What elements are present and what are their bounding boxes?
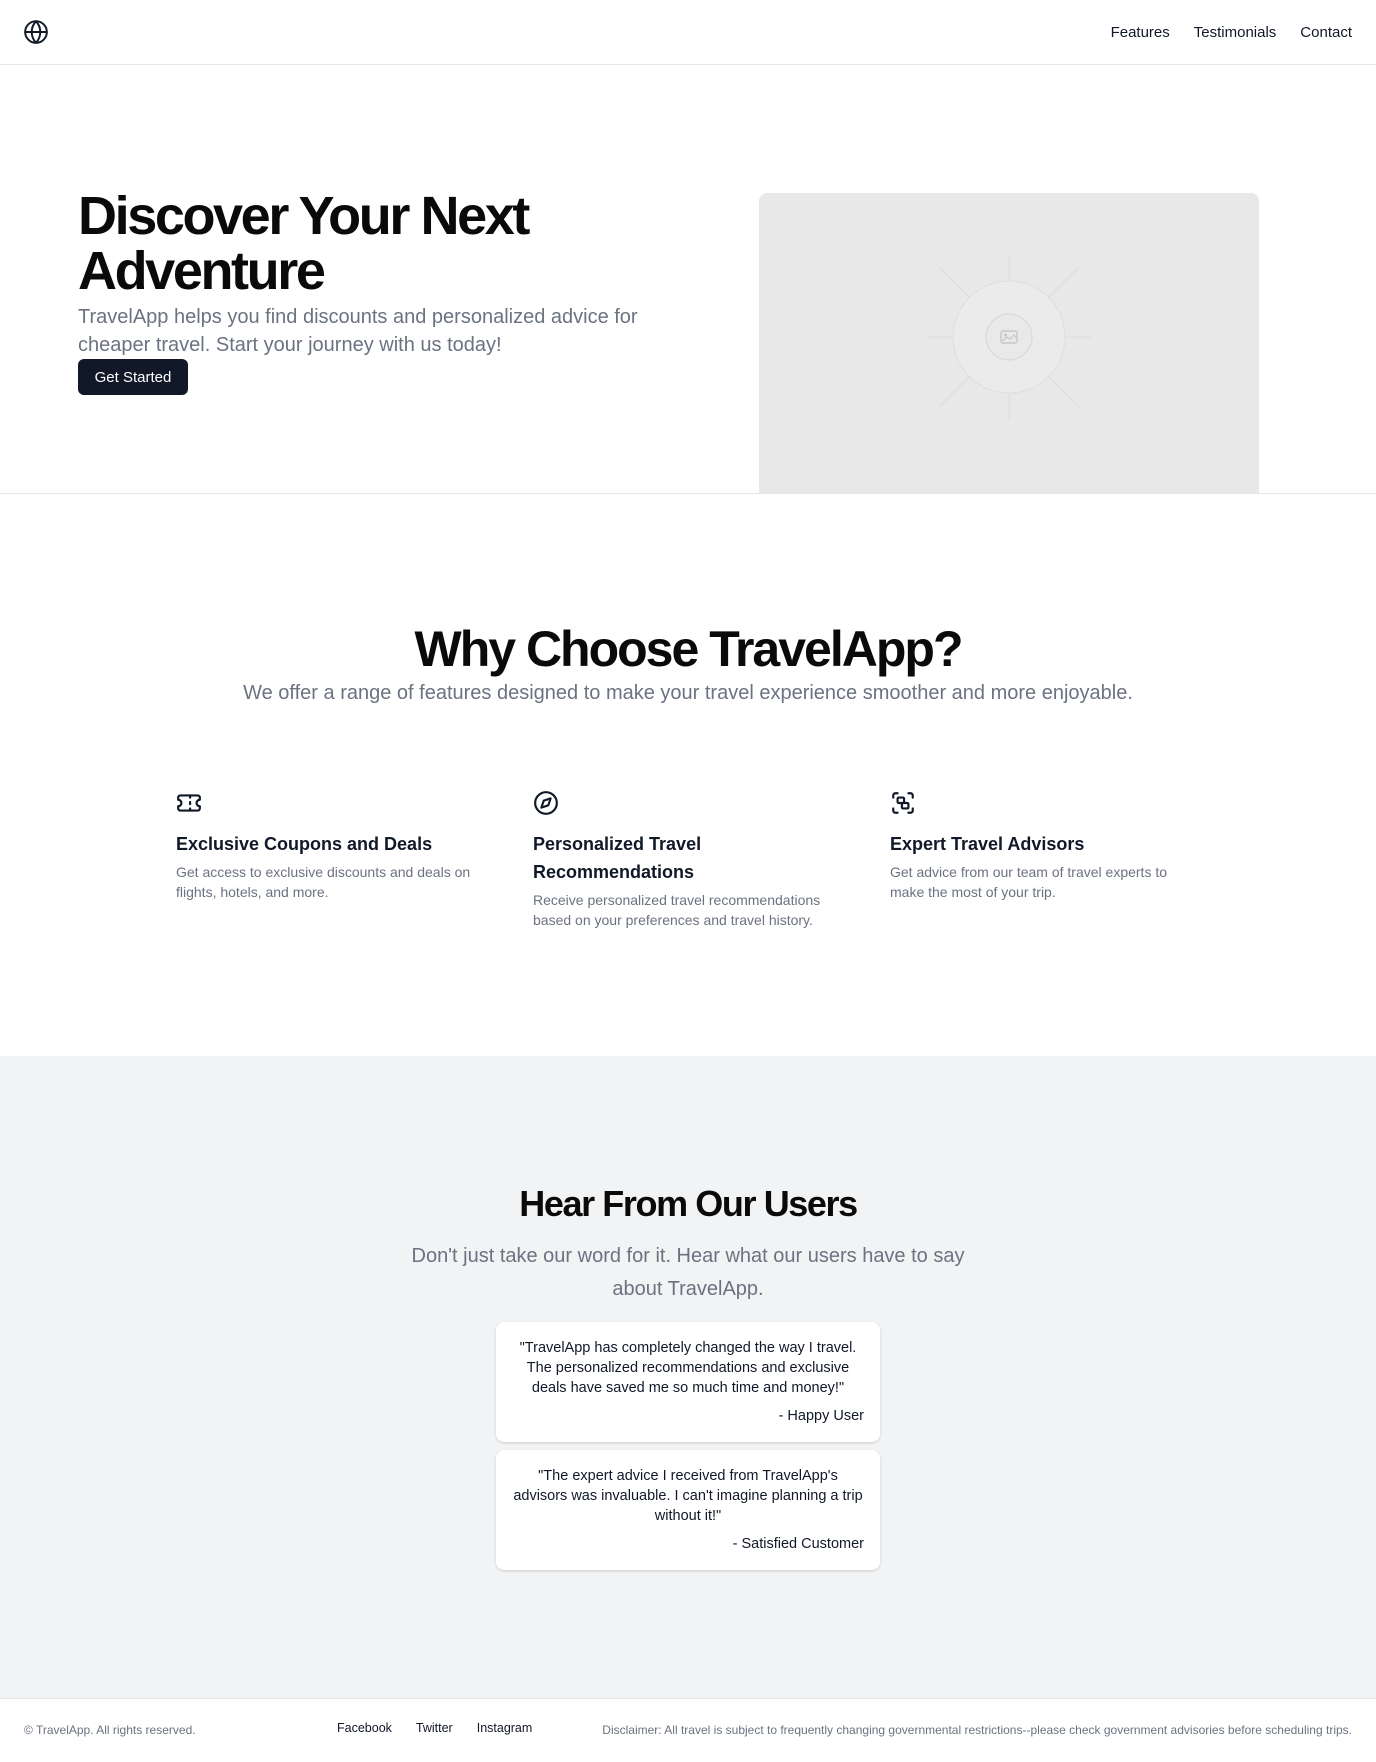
feature-card-recommendations: Personalized Travel Recommendations Rece…	[533, 790, 833, 930]
testimonials-title: Hear From Our Users	[519, 1183, 858, 1224]
nav-link-contact[interactable]: Contact	[1300, 24, 1352, 41]
feature-card-coupons: Exclusive Coupons and Deals Get access t…	[176, 790, 476, 902]
testimonial-quote: "The expert advice I received from Trave…	[513, 1468, 863, 1524]
testimonial-card: "The expert advice I received from Trave…	[496, 1450, 880, 1570]
features-section: Why Choose TravelApp? We offer a range o…	[0, 494, 1376, 1056]
testimonial-quote: "TravelApp has completely changed the wa…	[519, 1340, 857, 1396]
feature-description: Get access to exclusive discounts and de…	[176, 864, 471, 900]
feature-card-advisors: Expert Travel Advisors Get advice from o…	[890, 790, 1190, 902]
feature-title: Expert Travel Advisors	[890, 834, 1085, 854]
feature-title: Exclusive Coupons and Deals	[176, 834, 433, 854]
footer-link-twitter[interactable]: Twitter	[416, 1721, 453, 1735]
testimonial-author: - Satisfied Customer	[732, 1536, 864, 1552]
nav-link-testimonials[interactable]: Testimonials	[1194, 24, 1277, 41]
site-footer: © TravelApp. All rights reserved. Facebo…	[0, 1698, 1376, 1762]
hero-subtitle: TravelApp helps you find discounts and p…	[78, 306, 638, 356]
feature-description: Get advice from our team of travel exper…	[890, 864, 1168, 900]
feature-title: Personalized Travel Recommendations	[533, 834, 702, 882]
image-placeholder-icon	[927, 255, 1091, 419]
footer-link-facebook[interactable]: Facebook	[337, 1721, 392, 1735]
nav-link-features[interactable]: Features	[1111, 24, 1170, 41]
advisor-scan-icon	[892, 792, 914, 814]
compass-icon	[534, 791, 558, 815]
features-subtitle: We offer a range of features designed to…	[243, 682, 1133, 704]
footer-social-links: Facebook Twitter Instagram	[337, 1721, 532, 1735]
ticket-icon	[177, 794, 201, 812]
features-title: Why Choose TravelApp?	[414, 621, 964, 677]
footer-disclaimer: Disclaimer: All travel is subject to fre…	[602, 1723, 1352, 1737]
feature-description: Receive personalized travel recommendati…	[533, 892, 821, 928]
get-started-button[interactable]: Get Started	[78, 359, 188, 395]
main-nav: Features Testimonials Contact	[1111, 0, 1352, 64]
footer-link-instagram[interactable]: Instagram	[477, 1721, 533, 1735]
testimonials-section: Hear From Our Users Don't just take our …	[0, 1056, 1376, 1698]
footer-copyright: © TravelApp. All rights reserved.	[24, 1723, 196, 1737]
hero-section: Discover Your Next Adventure TravelApp h…	[0, 65, 1376, 494]
globe-icon[interactable]	[23, 19, 49, 45]
hero-title: Discover Your Next Adventure	[78, 186, 530, 301]
testimonial-author: - Happy User	[778, 1408, 864, 1424]
testimonials-subtitle: Don't just take our word for it. Hear wh…	[411, 1245, 965, 1300]
site-header: Features Testimonials Contact	[0, 0, 1376, 65]
hero-image-placeholder	[759, 193, 1259, 493]
testimonial-card: "TravelApp has completely changed the wa…	[496, 1322, 880, 1442]
